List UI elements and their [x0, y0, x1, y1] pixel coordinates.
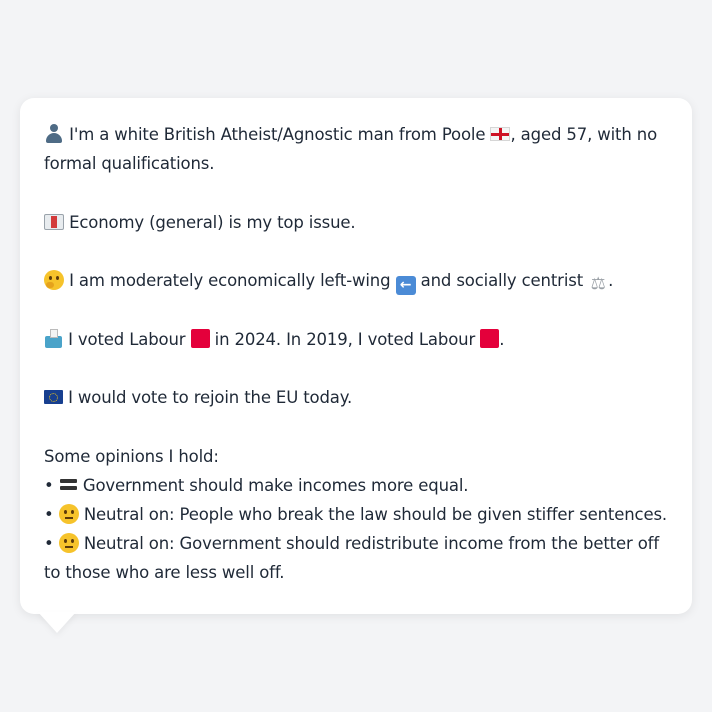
red-square-icon [480, 328, 500, 348]
list-item: • Government should make incomes more eq… [44, 471, 672, 500]
opinions-heading: Some opinions I hold: [44, 446, 219, 466]
page-canvas: I'm a white British Atheist/Agnostic man… [0, 0, 712, 712]
red-square-icon [190, 328, 210, 348]
persona-message-bubble: I'm a white British Atheist/Agnostic man… [20, 98, 692, 614]
eu-line: I would vote to rejoin the EU today. [44, 383, 672, 412]
vote-text-part2: in 2024. In 2019, I voted Labour [214, 329, 476, 349]
intro-line: I'm a white British Atheist/Agnostic man… [44, 120, 672, 178]
vote-line: I voted Labour in 2024. In 2019, I voted… [44, 325, 672, 354]
thinking-face-icon [44, 270, 64, 290]
list-item: • Neutral on: People who break the law s… [44, 500, 672, 529]
neutral-face-icon [58, 503, 79, 524]
intro-text: I'm a white British Atheist/Agnostic man… [69, 125, 486, 144]
vote-text-part3: . [499, 329, 505, 349]
bubble-tail [38, 612, 76, 633]
scales-icon: ⚖ [590, 274, 606, 294]
ideology-text-part2: and socially centrist [420, 271, 584, 290]
ideology-line: I am moderately economically left-wing ←… [44, 266, 672, 295]
left-arrow-icon: ← [395, 276, 416, 295]
top-issue-text: Economy (general) is my top issue. [69, 212, 356, 232]
opinion-text: Neutral on: Government should redistribu… [44, 533, 659, 582]
ideology-text-part1: I am moderately economically left-wing [69, 271, 391, 290]
england-flag-icon [490, 127, 511, 141]
bullet: • [44, 475, 54, 495]
opinion-text: Neutral on: People who break the law sho… [83, 504, 667, 524]
ideology-text-part3: . [608, 271, 614, 290]
eu-flag-icon [44, 390, 63, 404]
bullet: • [44, 504, 54, 524]
person-icon [44, 123, 64, 143]
eu-text: I would vote to rejoin the EU today. [68, 388, 353, 407]
opinions-section: Some opinions I hold: • Government shoul… [44, 442, 672, 587]
equals-icon [59, 476, 78, 493]
money-icon [44, 213, 64, 230]
ballot-box-icon [44, 328, 63, 348]
vote-text-part1: I voted Labour [68, 329, 186, 349]
list-item: • Neutral on: Government should redistri… [44, 529, 672, 587]
top-issue-line: Economy (general) is my top issue. [44, 208, 672, 237]
opinion-text: Government should make incomes more equa… [82, 475, 469, 495]
bullet: • [44, 533, 54, 553]
neutral-face-icon [58, 532, 79, 553]
